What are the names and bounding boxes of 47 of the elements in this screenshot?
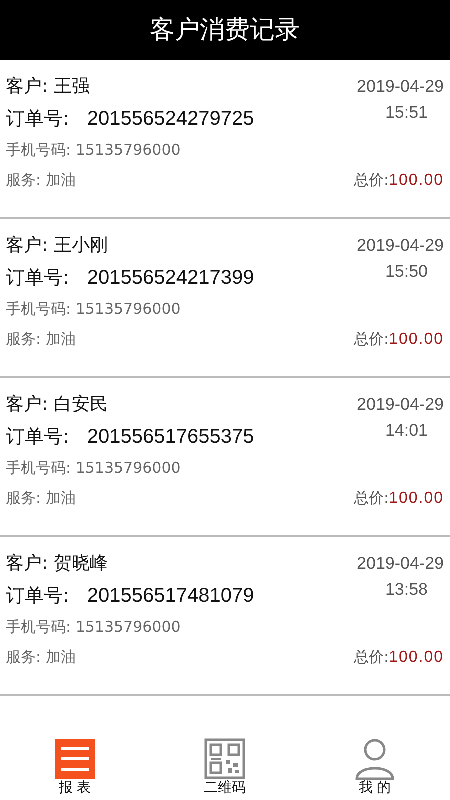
order-label: 订单号:: [6, 107, 70, 132]
record-time: 15:51: [385, 102, 428, 124]
phone-number: 手机号码: 15135796000: [6, 140, 181, 161]
record-card[interactable]: 客户: 王强 订单号: 201556524279725 手机号码: 15135796000 服务: 加油 2019-04-29 15:51 总价:100.00: [0, 60, 450, 219]
order-number: 201556517481079: [87, 584, 254, 609]
order-label: 订单号:: [6, 425, 70, 450]
page-title: 客户消费记录: [150, 14, 300, 46]
order-number: 201556517655375: [87, 425, 254, 450]
customer-name: 客户: 白安民: [6, 393, 108, 417]
service-type: 服务: 加油: [6, 170, 76, 191]
tab-button[interactable]: 二维码: [165, 738, 285, 796]
order-number: 201556524217399: [87, 266, 254, 291]
service-type: 服务: 加油: [6, 488, 76, 509]
record-date: 2019-04-29: [357, 394, 444, 416]
total-price: 100.00: [389, 648, 444, 668]
phone-number: 手机号码: 15135796000: [6, 299, 181, 320]
tab-button[interactable]: 我 的: [315, 738, 435, 796]
total-price: 100.00: [389, 171, 444, 191]
qr-code-icon: [204, 738, 246, 780]
record-date: 2019-04-29: [357, 76, 444, 98]
record-time: 14:01: [385, 420, 428, 442]
service-type: 服务: 加油: [6, 329, 76, 350]
service-type: 服务: 加油: [6, 647, 76, 668]
record-card[interactable]: 客户: 白安民 订单号: 201556517655375 手机号码: 15135796000 服务: 加油 2019-04-29 14:01 总价:100.00: [0, 378, 450, 537]
total-label: 总价:: [354, 488, 390, 509]
total-label: 总价:: [354, 329, 390, 350]
record-time: 15:50: [385, 261, 428, 283]
record-date: 2019-04-29: [357, 553, 444, 575]
record-time: 13:58: [385, 579, 428, 601]
tab-button[interactable]: 报 表: [15, 738, 135, 796]
order-label: 订单号:: [6, 584, 70, 609]
menu-icon: [54, 738, 96, 780]
person-icon: [354, 738, 396, 780]
total-label: 总价:: [354, 170, 390, 191]
total-price: 100.00: [389, 330, 444, 350]
phone-number: 手机号码: 15135796000: [6, 458, 181, 479]
order-number: 201556524279725: [87, 107, 254, 132]
record-card[interactable]: 客户: 贺晓峰 订单号: 201556517481079 手机号码: 15135796000 服务: 加油 2019-04-29 13:58 总价:100.00: [0, 537, 450, 696]
customer-name: 客户: 王强: [6, 75, 90, 99]
customer-name: 客户: 王小刚: [6, 234, 108, 258]
total-label: 总价:: [354, 647, 390, 668]
record-card[interactable]: 客户: 王小刚 订单号: 201556524217399 手机号码: 15135796000 服务: 加油 2019-04-29 15:50 总价:100.00: [0, 219, 450, 378]
record-date: 2019-04-29: [357, 235, 444, 257]
phone-number: 手机号码: 15135796000: [6, 617, 181, 638]
total-price: 100.00: [389, 489, 444, 509]
order-label: 订单号:: [6, 266, 70, 291]
customer-name: 客户: 贺晓峰: [6, 552, 108, 576]
